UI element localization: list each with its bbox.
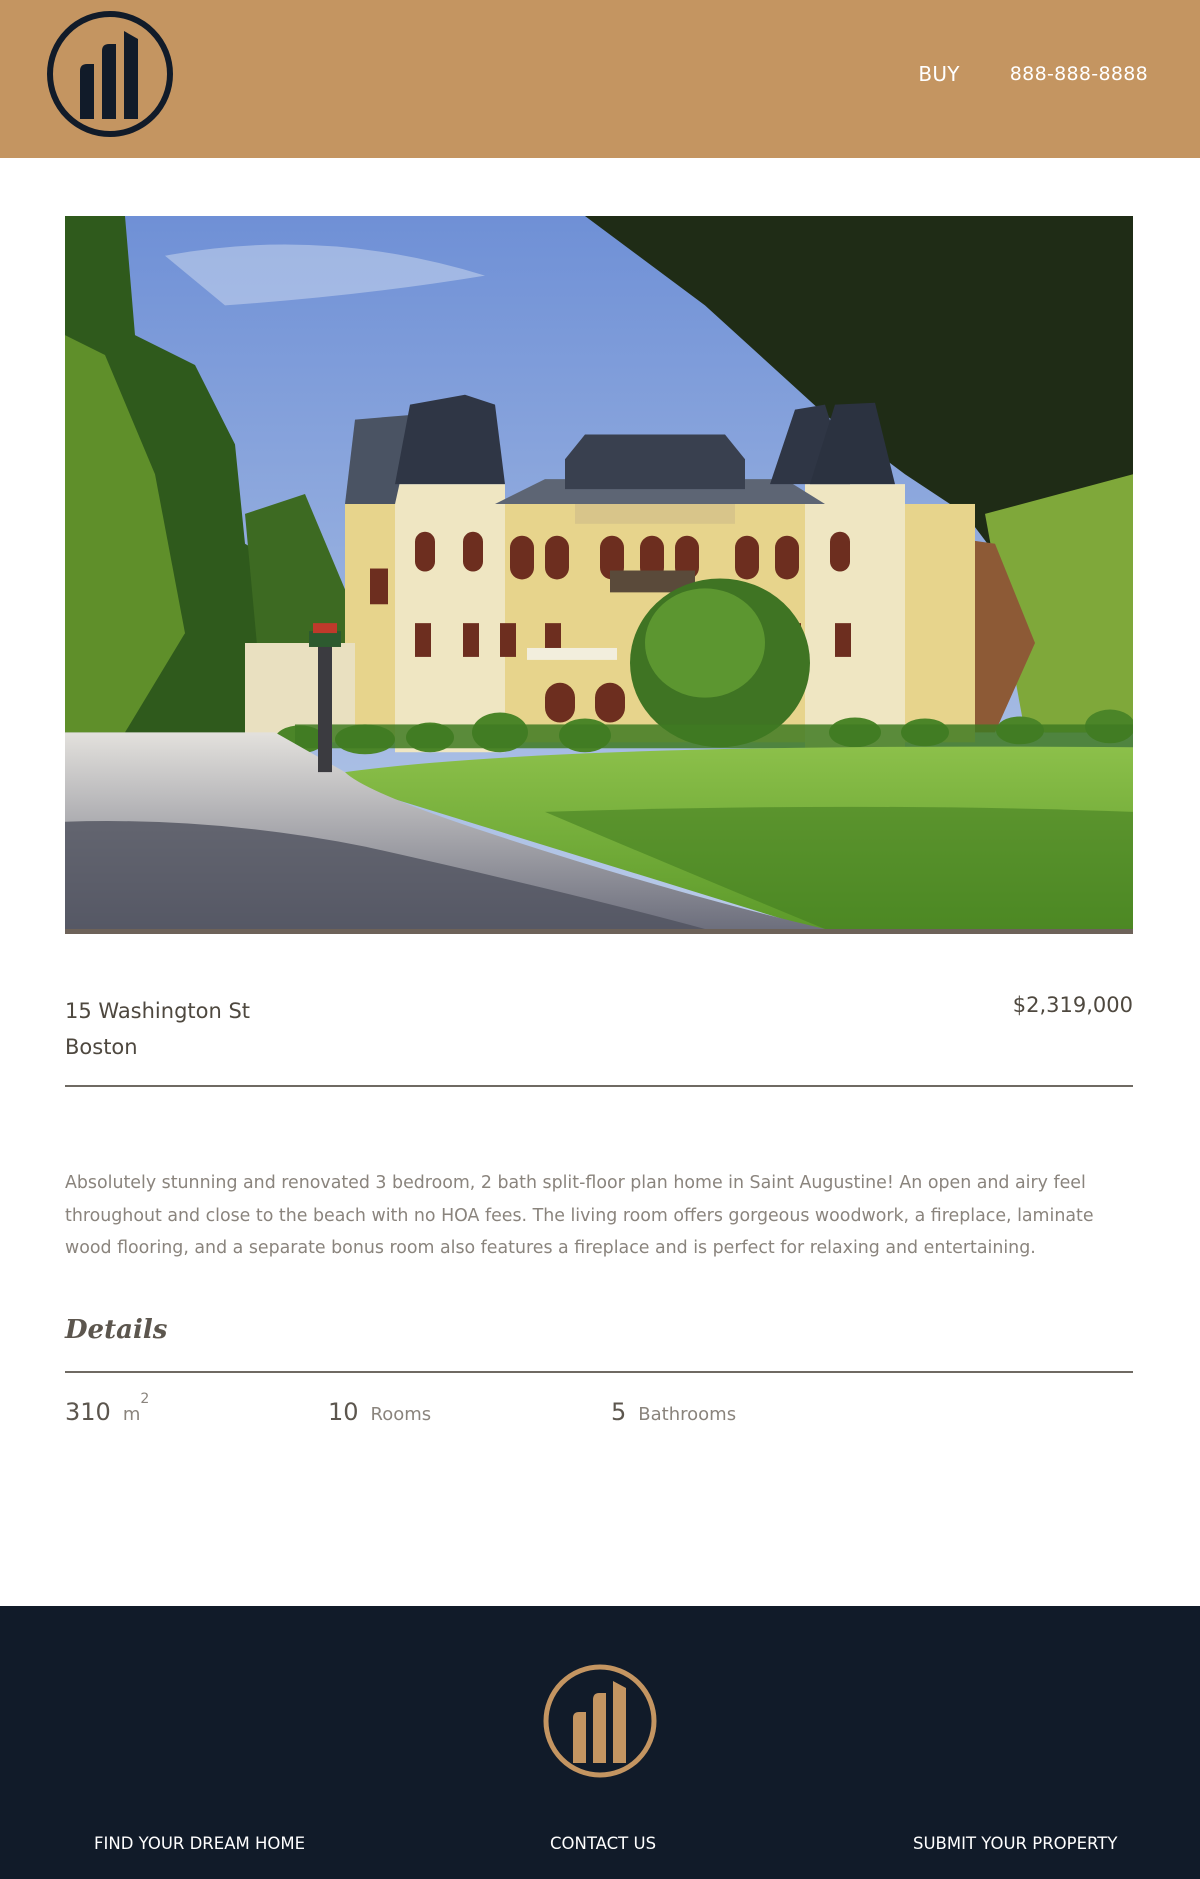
- main-nav: BUY 888-888-8888: [918, 62, 1148, 86]
- building-logo-icon: [543, 1664, 657, 1778]
- site-header: BUY 888-888-8888: [0, 0, 1200, 158]
- building-logo-icon: [47, 11, 173, 137]
- site-footer: FIND YOUR DREAM HOME CONTACT US SUBMIT Y…: [0, 1606, 1200, 1879]
- rooms-label: Rooms: [370, 1404, 432, 1425]
- footer-link-contact[interactable]: CONTACT US: [550, 1834, 656, 1853]
- divider: [65, 1085, 1133, 1087]
- rooms-value: 10: [328, 1398, 359, 1426]
- property-photo: [65, 216, 1133, 934]
- stat-area: 310 m2: [65, 1391, 150, 1426]
- stat-bathrooms: 5 Bathrooms: [611, 1398, 736, 1426]
- address-street: 15 Washington St: [65, 999, 251, 1023]
- footer-link-find-home[interactable]: FIND YOUR DREAM HOME: [94, 1834, 305, 1853]
- address-city: Boston: [65, 1035, 138, 1059]
- area-unit-superscript: 2: [140, 1391, 150, 1407]
- nav-buy-link[interactable]: BUY: [918, 62, 959, 86]
- property-description: Absolutely stunning and renovated 3 bedr…: [65, 1173, 1094, 1258]
- property-address: 15 Washington St Boston: [65, 993, 250, 1065]
- divider: [65, 1371, 1133, 1373]
- baths-label: Bathrooms: [638, 1404, 737, 1425]
- stat-rooms: 10 Rooms: [328, 1398, 431, 1426]
- area-value: 310: [65, 1398, 111, 1426]
- property-price: $2,319,000: [1012, 993, 1133, 1017]
- area-unit: m2: [122, 1391, 150, 1425]
- phone-link[interactable]: 888-888-8888: [1010, 63, 1148, 85]
- details-heading: Details: [65, 1315, 168, 1345]
- footer-link-submit-property[interactable]: SUBMIT YOUR PROPERTY: [913, 1834, 1117, 1853]
- baths-value: 5: [611, 1398, 627, 1426]
